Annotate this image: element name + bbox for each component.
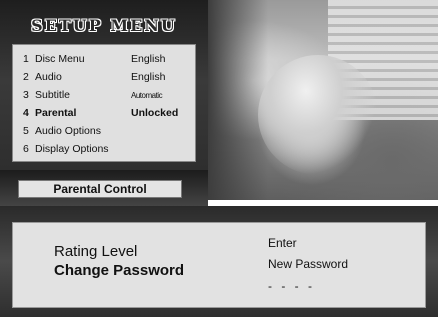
menu-item-audio[interactable]: 2 Audio English — [23, 69, 193, 85]
setup-menu-header: SETUP MENU — [6, 10, 202, 40]
menu-item-value: Automatic — [131, 90, 163, 100]
rating-level-option[interactable]: Rating Level — [54, 243, 137, 260]
menu-item-value: English — [131, 71, 166, 83]
menu-item-disc-menu[interactable]: 1 Disc Menu English — [23, 51, 193, 67]
setup-menu-list: 1 Disc Menu English 2 Audio English 3 Su… — [12, 44, 196, 162]
menu-item-label: Display Options — [35, 143, 109, 155]
menu-item-value: English — [131, 53, 166, 65]
menu-item-label: Audio — [35, 71, 62, 83]
change-password-option[interactable]: Change Password — [54, 262, 184, 279]
menu-item-label: Parental — [35, 107, 77, 119]
dvd-setup-screen: SETUP MENU 1 Disc Menu English 2 Audio E… — [0, 0, 438, 317]
menu-item-parental[interactable]: 4 Parental Unlocked — [23, 105, 193, 121]
background-photo — [208, 0, 438, 200]
menu-item-number: 5 — [23, 125, 29, 137]
menu-item-label: Subtitle — [35, 89, 71, 101]
menu-item-number: 3 — [23, 89, 29, 101]
menu-item-number: 6 — [23, 143, 29, 155]
menu-item-value: Unlocked — [131, 107, 179, 119]
parental-control-label: Parental Control — [18, 180, 182, 198]
menu-item-label: Audio Options — [35, 125, 101, 137]
setup-menu-title: SETUP MENU — [31, 15, 177, 35]
menu-item-display-options[interactable]: 6 Display Options — [23, 141, 193, 157]
password-prompt-line2: New Password — [268, 257, 349, 271]
menu-item-subtitle[interactable]: 3 Subtitle Automatic — [23, 87, 193, 103]
menu-item-number: 1 — [23, 53, 29, 65]
menu-item-label: Disc Menu — [35, 53, 85, 65]
menu-item-audio-options[interactable]: 5 Audio Options — [23, 123, 193, 139]
password-entry-field[interactable]: - - - - — [268, 279, 315, 293]
password-prompt-line1: Enter — [268, 236, 297, 250]
menu-item-number: 4 — [23, 107, 29, 119]
child-on-swing — [258, 55, 378, 175]
menu-item-number: 2 — [23, 71, 29, 83]
